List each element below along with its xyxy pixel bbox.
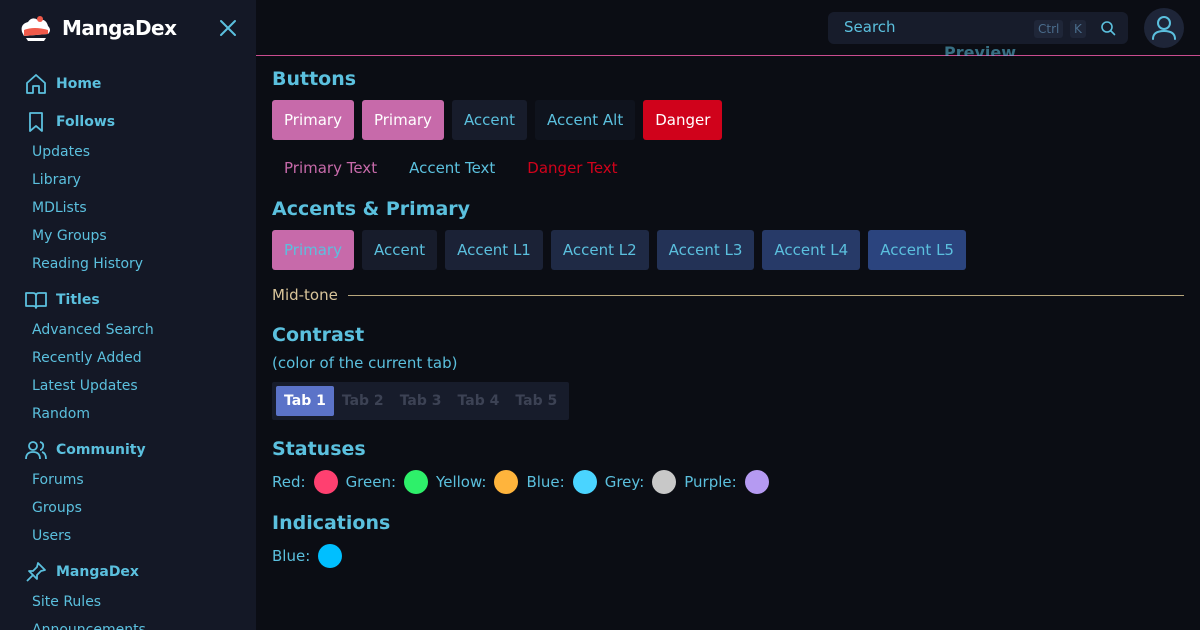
sidebar-item-forums[interactable]: Forums xyxy=(0,466,256,494)
sidebar-item-mangadex[interactable]: MangaDex xyxy=(0,556,256,588)
midtone-line xyxy=(347,294,1184,296)
solid-buttons-row: Primary Primary Accent Accent Alt Danger xyxy=(272,100,1184,140)
sidebar-item-label: MangaDex xyxy=(56,564,139,580)
accent-swatch-l4[interactable]: Accent L4 xyxy=(762,230,861,270)
sidebar-item-follows[interactable]: Follows xyxy=(0,106,256,138)
bookmark-icon xyxy=(29,112,43,132)
status-label-yellow: Yellow: xyxy=(436,473,487,491)
status-dot-green xyxy=(404,470,429,494)
user-icon xyxy=(1152,16,1176,40)
midtone-label: Mid-tone xyxy=(272,286,338,304)
section-heading-buttons: Buttons xyxy=(272,68,357,90)
accent-text-button[interactable]: Accent Text xyxy=(397,148,507,188)
avatar[interactable] xyxy=(1144,8,1184,48)
accent-swatch-l1[interactable]: Accent L1 xyxy=(445,230,543,270)
sidebar: MangaDex Home Follows Updates Library MD… xyxy=(0,0,256,630)
accents-row: Primary Accent Accent L1 Accent L2 Accen… xyxy=(272,230,1184,270)
book-open-icon xyxy=(25,292,47,309)
sidebar-item-announcements[interactable]: Announcements xyxy=(0,616,256,630)
sidebar-item-latest-updates[interactable]: Latest Updates xyxy=(0,372,256,400)
status-label-green: Green: xyxy=(345,473,397,491)
pin-icon xyxy=(26,562,46,582)
indications-row: Blue: xyxy=(272,544,1184,568)
sidebar-item-mdlists[interactable]: MDLists xyxy=(0,194,256,222)
indication-dot-blue xyxy=(318,544,343,568)
section-heading-accents: Accents & Primary xyxy=(272,198,471,220)
sidebar-item-label: Community xyxy=(56,442,146,458)
sidebar-item-titles[interactable]: Titles xyxy=(0,284,256,316)
status-label-red: Red: xyxy=(272,473,306,491)
tab-1[interactable]: Tab 1 xyxy=(276,386,334,416)
tab-4[interactable]: Tab 4 xyxy=(450,386,508,416)
statuses-row: Red: Green: Yellow: Blue: Grey: Purple: xyxy=(272,470,1184,494)
sidebar-item-groups[interactable]: Groups xyxy=(0,494,256,522)
accent-swatch-l2[interactable]: Accent L2 xyxy=(550,230,649,270)
status-dot-grey xyxy=(652,470,677,494)
users-icon xyxy=(25,441,47,460)
accent-swatch-primary[interactable]: Primary xyxy=(272,230,354,270)
text-buttons-row: Primary Text Accent Text Danger Text xyxy=(272,148,1184,188)
danger-text-button[interactable]: Danger Text xyxy=(515,148,629,188)
search-input[interactable]: Search Ctrl K xyxy=(828,12,1128,44)
tab-bar: Tab 1 Tab 2 Tab 3 Tab 4 Tab 5 xyxy=(272,382,570,420)
primary-button[interactable]: Primary xyxy=(361,100,444,140)
main-content: Buttons Primary Primary Accent Accent Al… xyxy=(272,56,1184,568)
close-sidebar-icon[interactable] xyxy=(216,16,240,40)
top-bar: Preview Search Ctrl K xyxy=(256,0,1200,56)
sidebar-item-library[interactable]: Library xyxy=(0,166,256,194)
sidebar-item-label: Titles xyxy=(56,292,100,308)
status-dot-blue xyxy=(572,470,597,494)
accent-swatch-l3[interactable]: Accent L3 xyxy=(656,230,755,270)
sidebar-item-site-rules[interactable]: Site Rules xyxy=(0,588,256,616)
sidebar-item-users[interactable]: Users xyxy=(0,522,256,550)
danger-button[interactable]: Danger xyxy=(643,100,723,140)
accent-alt-button[interactable]: Accent Alt xyxy=(535,100,636,140)
logo[interactable]: MangaDex xyxy=(18,12,177,44)
indication-label-blue: Blue: xyxy=(272,547,311,565)
app-name: MangaDex xyxy=(62,16,177,40)
preview-heading: Preview xyxy=(944,43,1017,56)
accent-swatch-accent[interactable]: Accent xyxy=(361,230,438,270)
search-placeholder: Search xyxy=(844,18,896,36)
home-icon xyxy=(26,74,46,94)
status-dot-yellow xyxy=(494,470,519,494)
sidebar-nav: Home Follows Updates Library MDLists My … xyxy=(0,62,256,630)
contrast-subtitle: (color of the current tab) xyxy=(272,354,458,372)
sidebar-item-label: Home xyxy=(56,76,102,92)
status-dot-red xyxy=(313,470,338,494)
sidebar-item-my-groups[interactable]: My Groups xyxy=(0,222,256,250)
midtone-divider: Mid-tone xyxy=(272,286,1184,304)
sidebar-item-home[interactable]: Home xyxy=(0,68,256,100)
sidebar-item-community[interactable]: Community xyxy=(0,434,256,466)
sidebar-item-label: Follows xyxy=(56,114,116,130)
kbd-k: K xyxy=(1070,20,1086,38)
mangadex-logo-icon xyxy=(21,16,50,41)
tab-3[interactable]: Tab 3 xyxy=(392,386,450,416)
primary-button[interactable]: Primary xyxy=(272,100,354,140)
section-heading-contrast: Contrast xyxy=(272,324,365,346)
accent-button[interactable]: Accent xyxy=(451,100,528,140)
tab-5[interactable]: Tab 5 xyxy=(507,386,565,416)
tab-2[interactable]: Tab 2 xyxy=(334,386,392,416)
status-label-blue: Blue: xyxy=(526,473,565,491)
sidebar-item-advanced-search[interactable]: Advanced Search xyxy=(0,316,256,344)
section-heading-statuses: Statuses xyxy=(272,438,366,460)
sidebar-item-reading-history[interactable]: Reading History xyxy=(0,250,256,278)
status-label-grey: Grey: xyxy=(604,473,645,491)
sidebar-item-recently-added[interactable]: Recently Added xyxy=(0,344,256,372)
primary-text-button[interactable]: Primary Text xyxy=(272,148,389,188)
kbd-ctrl: Ctrl xyxy=(1034,20,1064,38)
sidebar-item-updates[interactable]: Updates xyxy=(0,138,256,166)
sidebar-item-random[interactable]: Random xyxy=(0,400,256,428)
status-dot-purple xyxy=(744,470,769,494)
status-label-purple: Purple: xyxy=(684,473,737,491)
search-icon[interactable] xyxy=(1100,20,1116,36)
accent-swatch-l5[interactable]: Accent L5 xyxy=(868,230,966,270)
section-heading-indications: Indications xyxy=(272,512,391,534)
